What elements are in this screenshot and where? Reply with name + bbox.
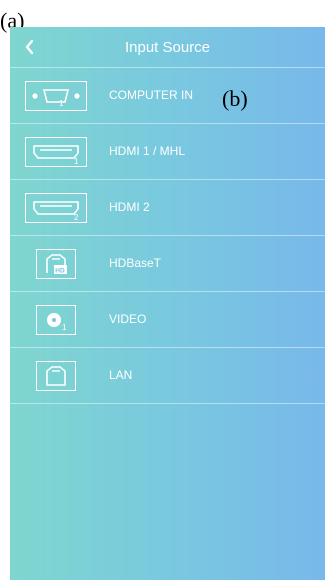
source-label: COMPUTER IN — [109, 88, 193, 102]
hdmi-port-icon: 1 — [25, 137, 87, 167]
page-title: Input Source — [124, 39, 211, 56]
nav-header: Input Source — [10, 27, 325, 68]
app-screen: Input Source 1 COMPUTER IN 1 HDMI 1 / MH… — [10, 27, 325, 580]
source-label: HDMI 1 / MHL — [109, 144, 186, 158]
input-source-list: 1 COMPUTER IN 1 HDMI 1 / MHL 2 HDMI 2 HD… — [10, 68, 325, 404]
source-label: VIDEO — [109, 312, 147, 326]
port-number: HD — [55, 268, 65, 275]
source-item-hdbaset[interactable]: HD HDBaseT — [10, 236, 325, 292]
port-number: 1 — [62, 323, 67, 332]
source-label: LAN — [109, 368, 133, 382]
lan-port-icon — [36, 361, 76, 391]
source-label: HDBaseT — [109, 256, 162, 270]
vga-port-icon: 1 — [25, 81, 87, 111]
source-item-lan[interactable]: LAN — [10, 348, 325, 404]
source-item-video[interactable]: 1 VIDEO — [10, 292, 325, 348]
video-port-icon: 1 — [36, 305, 76, 335]
source-label: HDMI 2 — [109, 200, 150, 214]
port-number: 2 — [74, 213, 79, 221]
source-item-hdmi-2[interactable]: 2 HDMI 2 — [10, 180, 325, 236]
source-item-hdmi-1-mhl[interactable]: 1 HDMI 1 / MHL — [10, 124, 325, 180]
hdbaset-port-icon: HD — [36, 249, 76, 279]
figure-label-b: (b) — [222, 86, 248, 111]
port-number: 1 — [74, 157, 79, 165]
hdmi-port-icon: 2 — [25, 193, 87, 223]
port-number: 1 — [59, 99, 64, 108]
source-item-computer-in[interactable]: 1 COMPUTER IN — [10, 68, 325, 124]
